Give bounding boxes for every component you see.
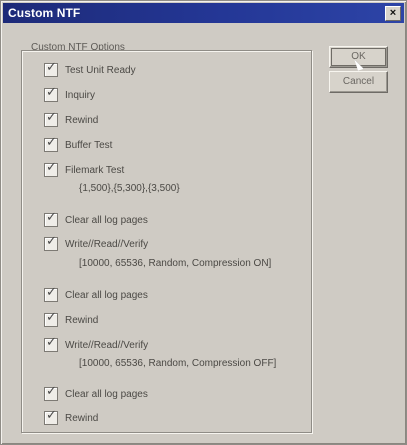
option-test-unit-ready[interactable]: Test Unit Ready (44, 60, 136, 78)
option-label: Rewind (65, 412, 99, 424)
checkbox-icon[interactable] (44, 60, 58, 77)
filemark-parameters: {1,500},{5,300},{3,500} (79, 183, 180, 194)
option-label: Inquiry (65, 89, 96, 101)
option-filemark-test[interactable]: Filemark Test (44, 160, 125, 178)
option-clear-log-pages-1[interactable]: Clear all log pages (44, 210, 148, 228)
write-read-verify-parameters-off: [10000, 65536, Random, Compression OFF] (79, 358, 277, 369)
option-clear-log-pages-3[interactable]: Clear all log pages (44, 384, 148, 402)
option-inquiry[interactable]: Inquiry (44, 85, 96, 103)
close-button[interactable]: × (385, 6, 401, 21)
option-rewind-1[interactable]: Rewind (44, 110, 99, 128)
custom-ntf-dialog: Custom NTF × Custom NTF Options Test Uni… (0, 0, 407, 445)
title-bar[interactable]: Custom NTF × (3, 3, 404, 23)
option-label: Write//Read//Verify (65, 238, 149, 250)
option-write-read-verify-1[interactable]: Write//Read//Verify (44, 234, 149, 252)
checkbox-icon[interactable] (44, 210, 58, 227)
option-label: Rewind (65, 314, 99, 326)
checkbox-icon[interactable] (44, 335, 58, 352)
checkbox-icon[interactable] (44, 234, 58, 251)
cancel-button[interactable]: Cancel (329, 71, 388, 93)
option-rewind-2[interactable]: Rewind (44, 310, 99, 328)
option-rewind-3[interactable]: Rewind (44, 408, 99, 426)
option-label: Buffer Test (65, 139, 113, 151)
option-buffer-test[interactable]: Buffer Test (44, 135, 113, 153)
option-label: Rewind (65, 114, 99, 126)
window-title: Custom NTF (8, 6, 81, 20)
option-label: Test Unit Ready (65, 64, 136, 76)
checkbox-icon[interactable] (44, 310, 58, 327)
option-label: Clear all log pages (65, 388, 148, 400)
checkbox-icon[interactable] (44, 160, 58, 177)
option-label: Write//Read//Verify (65, 339, 149, 351)
option-label: Clear all log pages (65, 214, 148, 226)
checkbox-icon[interactable] (44, 85, 58, 102)
write-read-verify-parameters-on: [10000, 65536, Random, Compression ON] (79, 258, 272, 269)
checkbox-icon[interactable] (44, 110, 58, 127)
option-label: Clear all log pages (65, 289, 148, 301)
option-write-read-verify-2[interactable]: Write//Read//Verify (44, 335, 149, 353)
option-label: Filemark Test (65, 164, 125, 176)
checkbox-icon[interactable] (44, 285, 58, 302)
checkbox-icon[interactable] (44, 384, 58, 401)
option-clear-log-pages-2[interactable]: Clear all log pages (44, 285, 148, 303)
checkbox-icon[interactable] (44, 135, 58, 152)
checkbox-icon[interactable] (44, 408, 58, 425)
close-icon: × (389, 7, 397, 19)
